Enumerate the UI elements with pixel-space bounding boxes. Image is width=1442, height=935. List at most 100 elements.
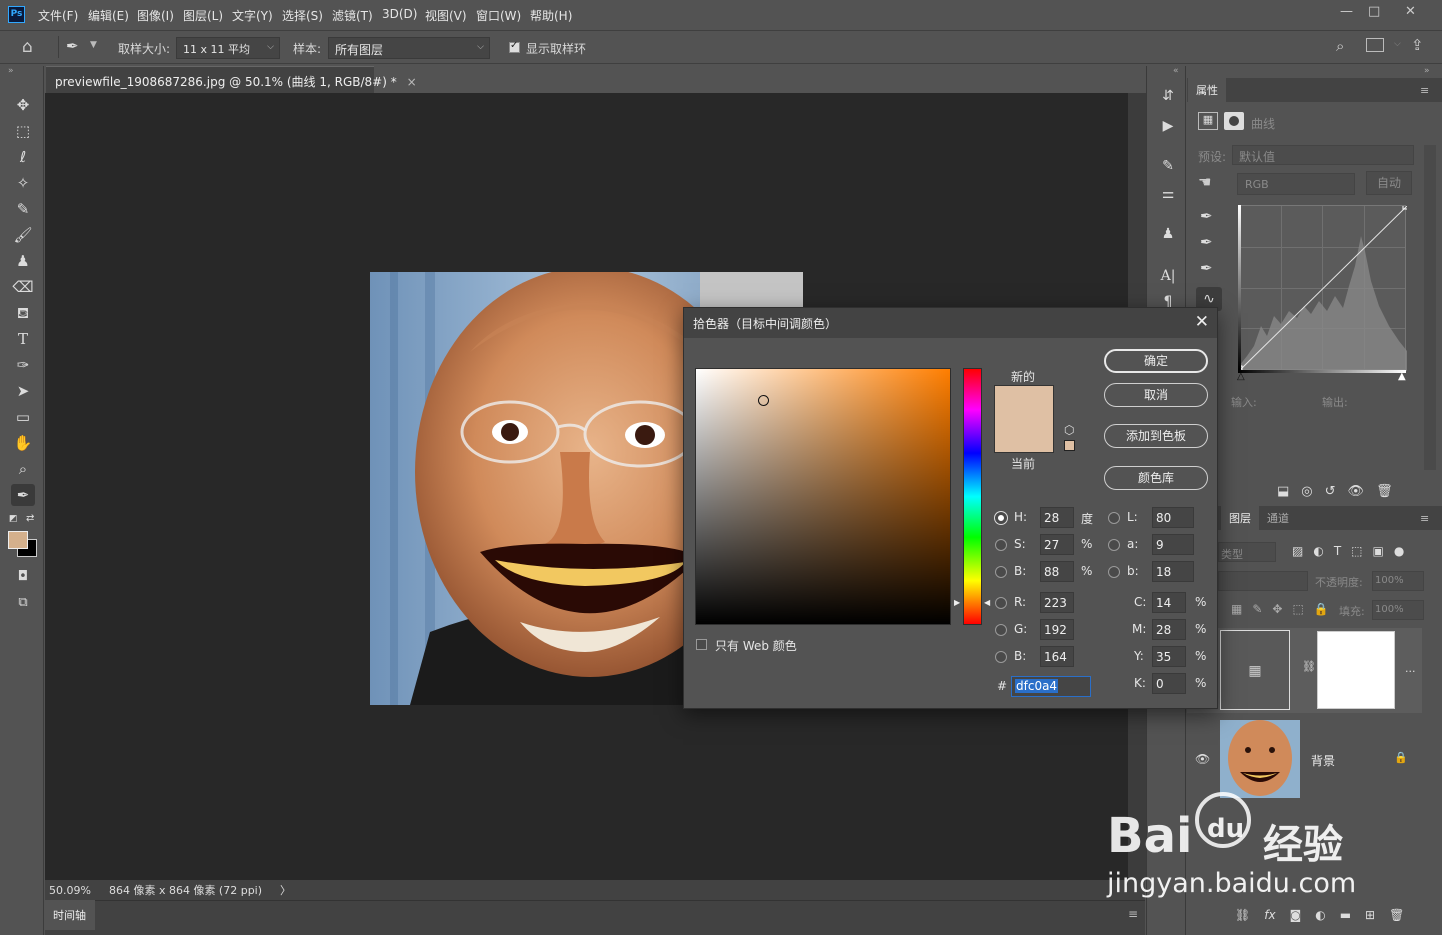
add-to-swatches-button[interactable]: 添加到色板 [1104, 424, 1208, 448]
close-tab-icon[interactable]: × [407, 75, 417, 89]
rgb-b-radio[interactable] [995, 651, 1007, 663]
path-select-tool-icon[interactable]: ➤ [11, 380, 35, 402]
layer-row-background[interactable]: 👁 背景 🔒 [1187, 716, 1422, 801]
reset-icon[interactable]: ↺ [1325, 484, 1336, 499]
magic-wand-tool-icon[interactable]: ✧ [11, 172, 35, 194]
m-input[interactable]: 28 [1152, 619, 1186, 640]
menu-view[interactable]: 视图(V) [425, 7, 467, 24]
hex-input[interactable]: dfc0a4 [1011, 676, 1091, 697]
s-radio[interactable] [995, 539, 1007, 551]
lock-paint-icon[interactable]: ✎ [1252, 602, 1262, 616]
history-icon[interactable]: ⇵ [1157, 88, 1179, 108]
menu-edit[interactable]: 编辑(E) [88, 7, 129, 24]
g-radio[interactable] [995, 624, 1007, 636]
lasso-tool-icon[interactable]: ℓ [11, 146, 35, 168]
search-icon[interactable]: ⌕ [1336, 37, 1344, 55]
sample-size-select[interactable]: 11 x 11 平均 ⌵ [176, 37, 280, 59]
type-tool-icon[interactable]: T [11, 328, 35, 350]
pen-tool-icon[interactable]: ✑ [11, 354, 35, 376]
workspace-icon[interactable] [1366, 38, 1384, 52]
link-layers-icon[interactable]: ⛓ [1235, 908, 1250, 922]
hue-arrow-right-icon[interactable]: ◀ [984, 598, 990, 607]
h-radio[interactable] [995, 512, 1007, 524]
adjustments-icon[interactable]: ⚌ [1157, 186, 1179, 206]
rectangle-tool-icon[interactable]: ▭ [11, 406, 35, 428]
chevron-down-icon[interactable]: ⌵ [1394, 39, 1401, 49]
black-point-eyedropper-icon[interactable]: ✒ [1200, 207, 1213, 225]
close-icon[interactable]: ✕ [1195, 312, 1209, 332]
move-tool-icon[interactable]: ✥ [11, 94, 35, 116]
color-marker[interactable] [758, 395, 769, 406]
lab-b-radio[interactable] [1108, 566, 1120, 578]
menu-filter[interactable]: 滤镜(T) [332, 7, 373, 24]
white-point-eyedropper-icon[interactable]: ✒ [1200, 259, 1213, 277]
l-radio[interactable] [1108, 512, 1120, 524]
h-input[interactable]: 28 [1040, 507, 1074, 528]
mask-icon[interactable] [1224, 112, 1244, 130]
sample-select[interactable]: 所有图层 ⌵ [328, 37, 490, 59]
layer-name[interactable]: 背景 [1311, 752, 1335, 769]
foreground-color-swatch[interactable] [8, 531, 28, 549]
eyedropper-tool-icon[interactable]: ✒ [11, 484, 35, 506]
brush-settings-icon[interactable]: ✎ [1157, 158, 1179, 178]
trash-icon[interactable]: 🗑 [1376, 484, 1393, 499]
chevron-down-icon[interactable]: ▼ [90, 40, 97, 50]
shape-filter-icon[interactable]: ⬚ [1351, 544, 1362, 558]
minimize-button[interactable]: — [1340, 4, 1353, 19]
r-radio[interactable] [995, 597, 1007, 609]
view-previous-icon[interactable]: ◎ [1301, 484, 1312, 499]
b-radio[interactable] [995, 566, 1007, 578]
visibility-icon[interactable]: 👁 [1195, 752, 1210, 766]
menu-type[interactable]: 文字(Y) [232, 7, 273, 24]
pixel-filter-icon[interactable]: ▨ [1292, 544, 1303, 558]
menu-window[interactable]: 窗口(W) [476, 7, 521, 24]
web-only-checkbox[interactable] [696, 639, 707, 650]
clip-to-layer-icon[interactable]: ⬓ [1277, 484, 1289, 499]
new-layer-icon[interactable]: ⊞ [1365, 908, 1375, 922]
layer-filter-select[interactable]: 类型 [1218, 542, 1276, 562]
ok-button[interactable]: 确定 [1104, 349, 1208, 373]
menu-help[interactable]: 帮助(H) [530, 7, 572, 24]
s-input[interactable]: 27 [1040, 534, 1074, 555]
menu-image[interactable]: 图像(I) [137, 7, 174, 24]
lock-artboard-icon[interactable]: ⬚ [1292, 602, 1303, 616]
tab-layers[interactable]: 图层 [1221, 506, 1259, 530]
share-icon[interactable]: ⇪ [1411, 36, 1424, 54]
healing-brush-tool-icon[interactable]: ✎ [11, 198, 35, 220]
layer-row-curves[interactable]: ▦ ⛓ ... [1187, 628, 1422, 713]
trash-icon[interactable]: 🗑 [1389, 908, 1404, 922]
menu-select[interactable]: 选择(S) [282, 7, 323, 24]
marquee-tool-icon[interactable]: ⬚ [11, 120, 35, 142]
tab-properties[interactable]: 属性 [1188, 78, 1226, 102]
hue-arrow-left-icon[interactable]: ▶ [954, 598, 960, 607]
color-libraries-button[interactable]: 颜色库 [1104, 466, 1208, 490]
channel-select[interactable]: RGB [1237, 173, 1355, 195]
saturation-brightness-field[interactable] [695, 368, 951, 625]
white-slider-icon[interactable]: ▲ [1398, 371, 1406, 382]
document-tab[interactable]: previewfile_1908687286.jpg @ 50.1% (曲线 1… [46, 66, 417, 93]
menu-icon[interactable]: ≡ [1128, 907, 1138, 921]
k-input[interactable]: 0 [1152, 673, 1186, 694]
curves-graph[interactable] [1238, 205, 1407, 371]
r-input[interactable]: 223 [1040, 592, 1074, 613]
timeline-tab[interactable]: 时间轴 [45, 900, 95, 930]
menu-file[interactable]: 文件(F) [38, 7, 78, 24]
brush-tool-icon[interactable]: 🖌 [11, 224, 35, 246]
screen-mode-icon[interactable]: ⧉ [11, 592, 35, 614]
black-slider-icon[interactable]: △ [1237, 371, 1245, 382]
blend-mode-select[interactable] [1218, 571, 1308, 591]
preset-select[interactable]: 默认值 [1232, 145, 1414, 165]
swap-colors-icon[interactable]: ⇄ [26, 513, 34, 524]
paint-bucket-tool-icon[interactable]: ⛾ [11, 302, 35, 324]
lab-b-input[interactable]: 18 [1152, 561, 1194, 582]
show-ring-checkbox[interactable] [509, 40, 520, 53]
visibility-icon[interactable]: 👁 [1348, 484, 1365, 499]
new-adjustment-icon[interactable]: ◐ [1315, 908, 1325, 922]
l-input[interactable]: 80 [1152, 507, 1194, 528]
collapse-icon[interactable]: » [1424, 66, 1430, 76]
home-icon[interactable]: ⌂ [22, 37, 33, 57]
new-group-icon[interactable]: ▬ [1340, 908, 1351, 922]
character-icon[interactable]: A| [1157, 268, 1179, 288]
eraser-tool-icon[interactable]: ⌫ [11, 276, 35, 298]
type-filter-icon[interactable]: T [1334, 544, 1341, 558]
